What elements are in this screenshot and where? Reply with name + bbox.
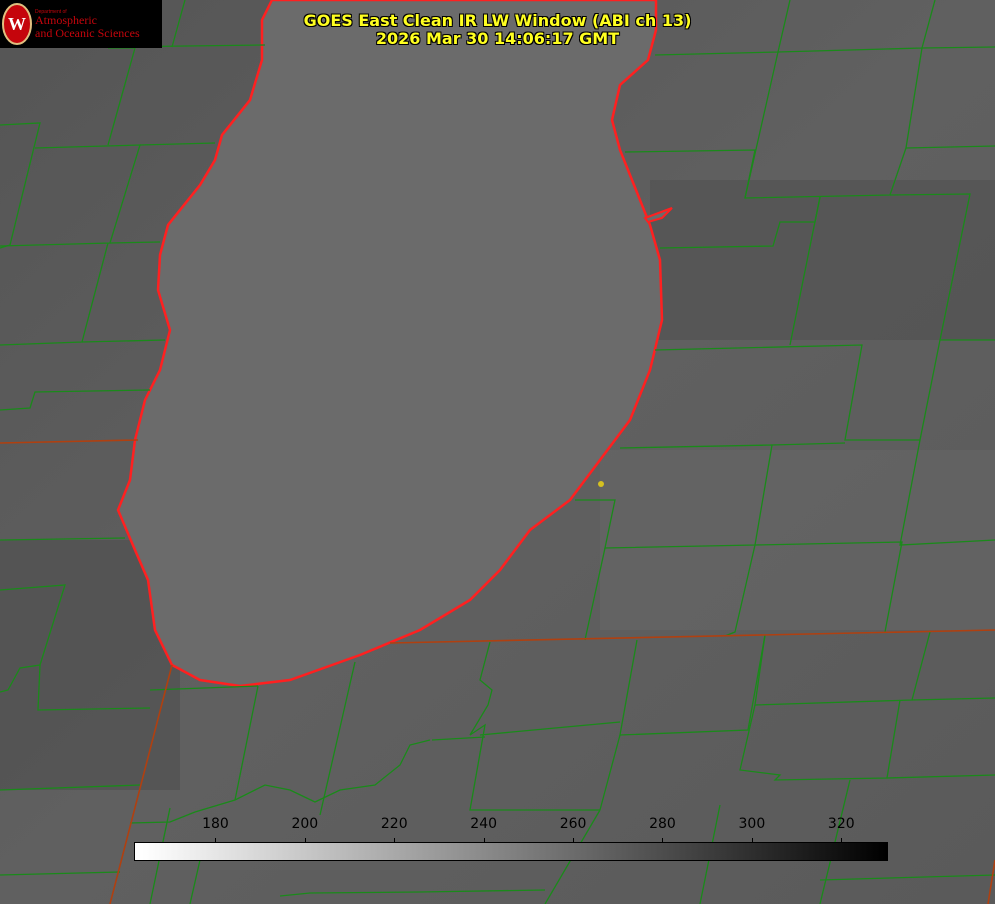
department-name-line2: and Oceanic Sciences [35, 26, 140, 40]
uw-crest-icon: W [2, 3, 32, 45]
colorbar-tick-label: 180 [202, 816, 229, 832]
temperature-colorbar [134, 842, 888, 861]
station-marker [598, 481, 604, 487]
satellite-map [0, 0, 995, 904]
satellite-viewer: GOES East Clean IR LW Window (ABI ch 13)… [0, 0, 995, 904]
cloud-patch [650, 180, 995, 340]
colorbar-tick-label: 220 [380, 816, 408, 832]
colorbar-tick-label: 240 [470, 816, 498, 832]
colorbar-tick-label: 280 [649, 816, 676, 832]
colorbar-tick-label: 300 [738, 816, 766, 832]
svg-text:W: W [8, 14, 26, 34]
cloud-patch [600, 450, 995, 630]
colorbar-tick-label: 260 [559, 816, 587, 832]
colorbar-tick-label: 200 [291, 816, 319, 832]
colorbar-tick-label: 320 [827, 816, 855, 832]
aos-logo[interactable]: W Department of Atmospheric and Oceanic … [0, 0, 162, 48]
